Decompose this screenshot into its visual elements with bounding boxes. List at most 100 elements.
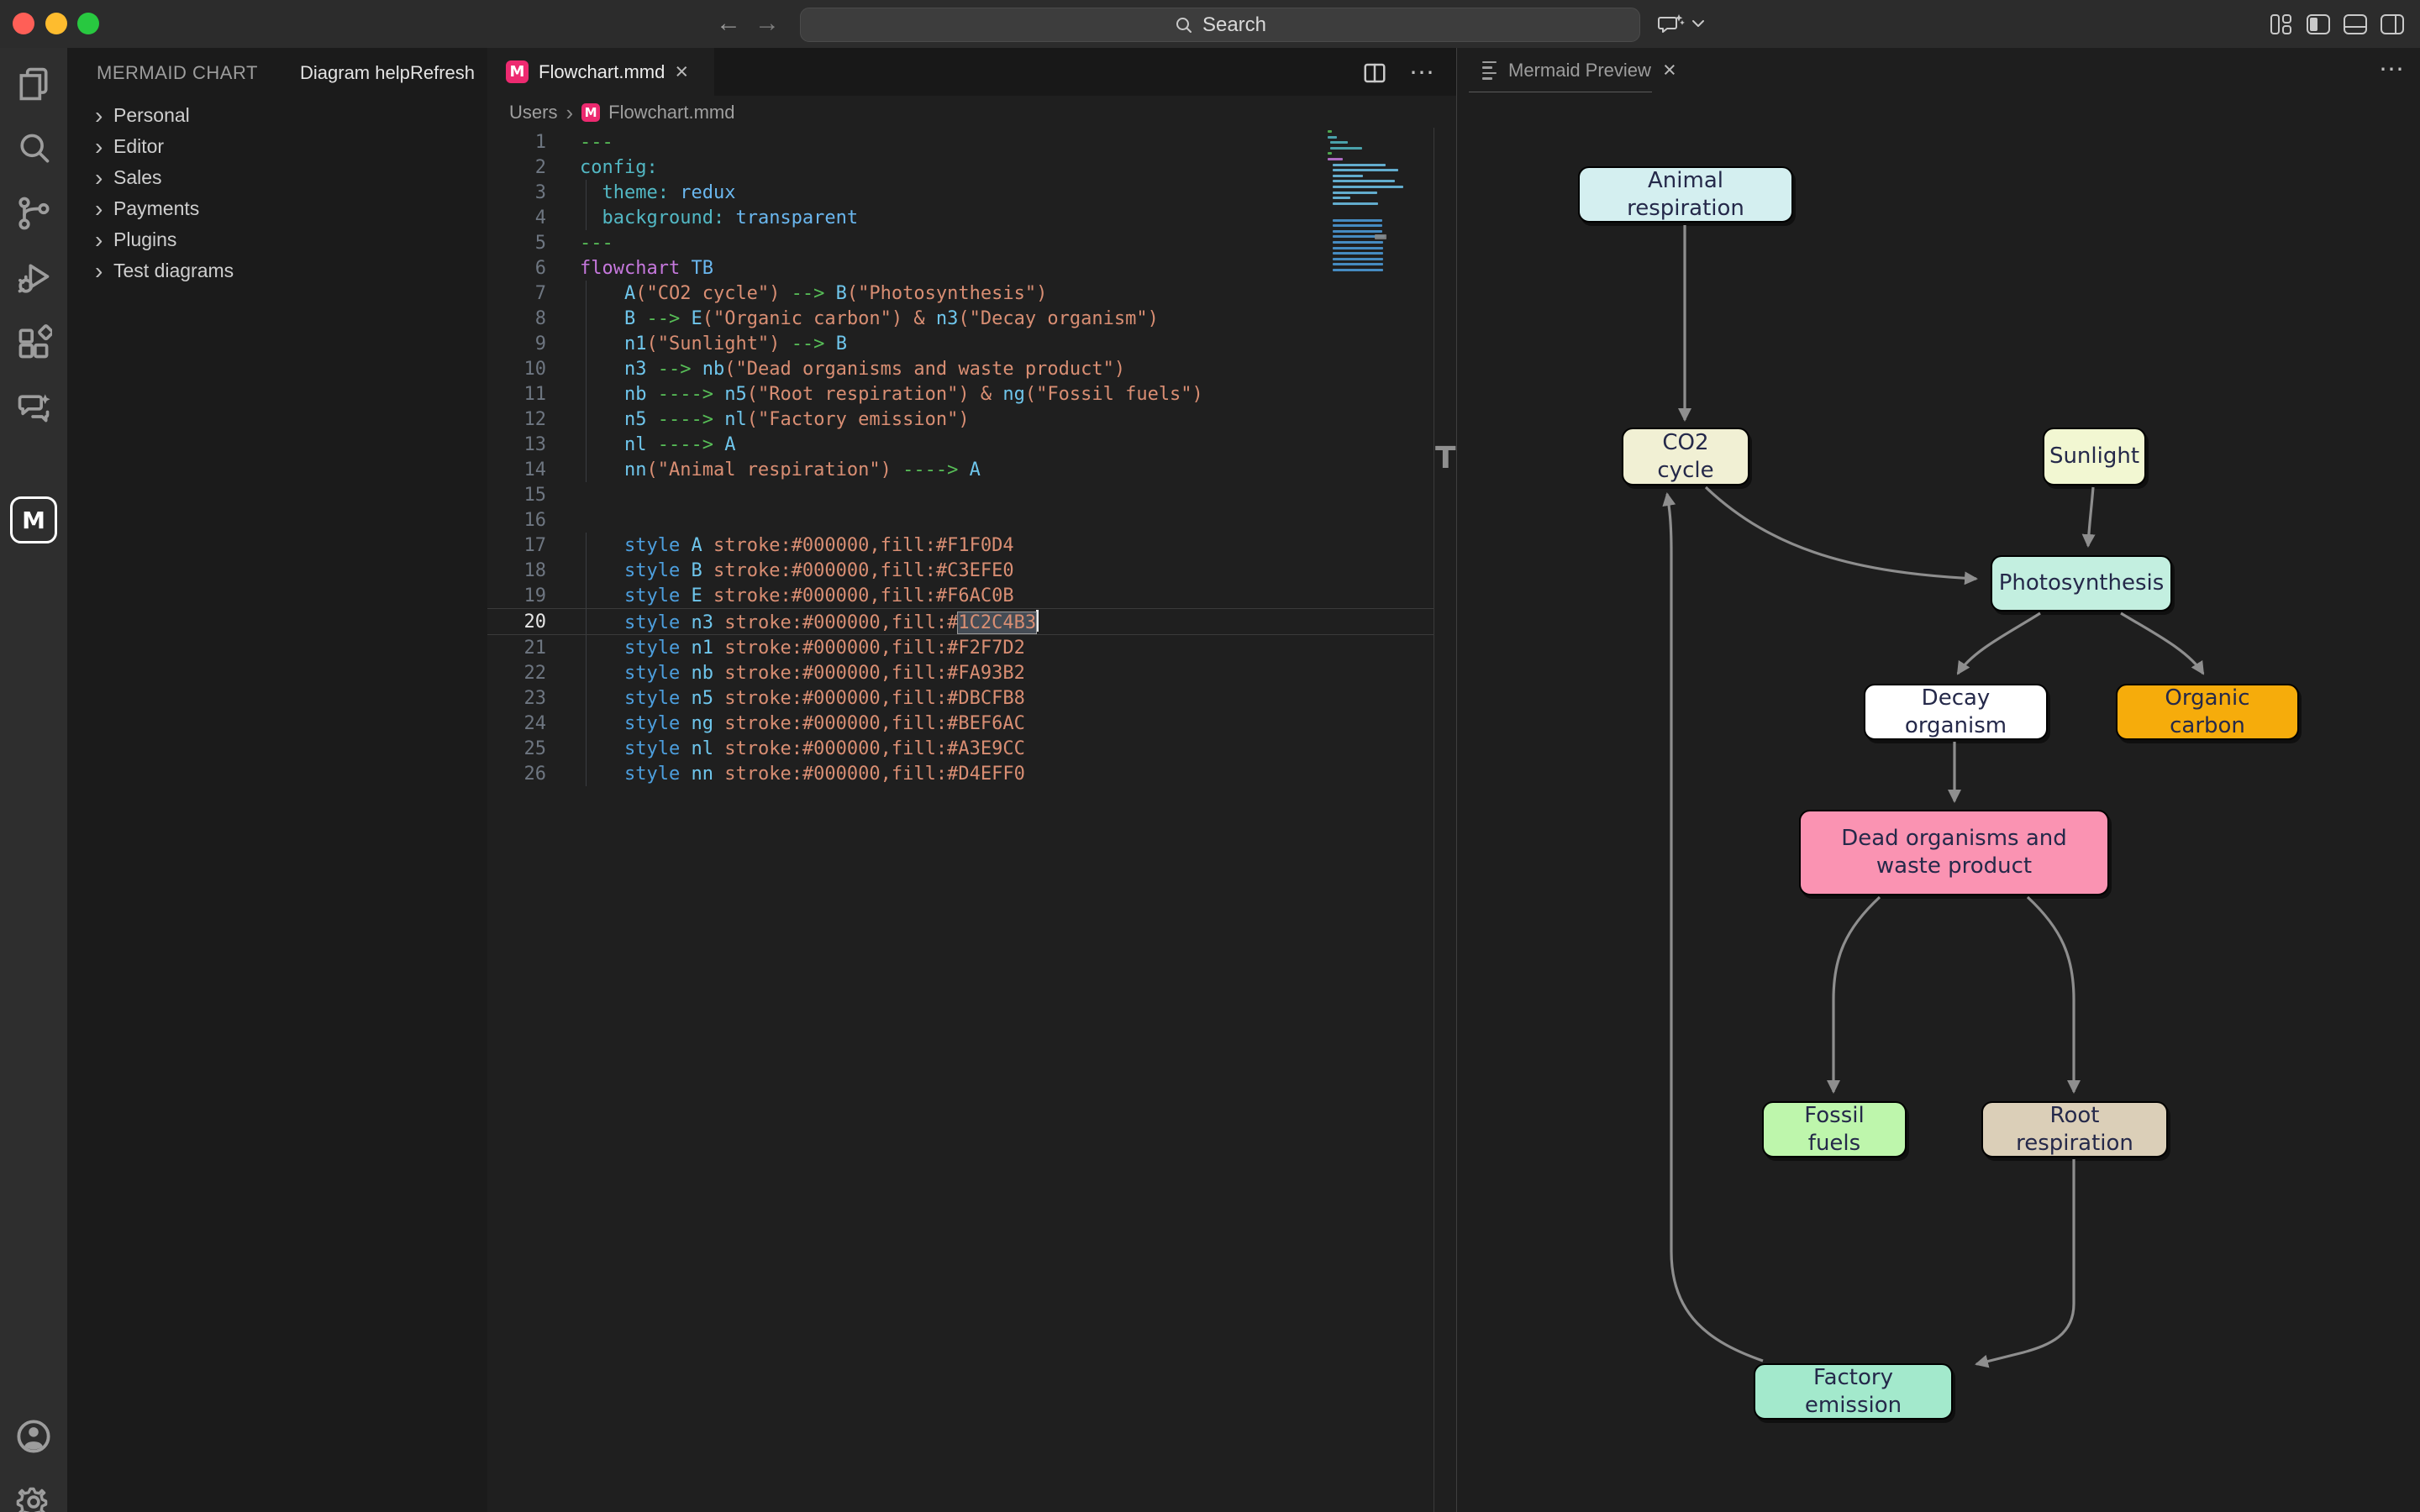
search-panel-icon[interactable] [7,122,60,176]
customize-layout-icon[interactable] [2269,13,2294,35]
code-line-15[interactable]: 15 [487,482,1434,507]
indent-guide [586,407,587,432]
explorer-icon[interactable] [7,57,60,111]
minimap-line [1333,169,1398,171]
code-text: style n5 stroke:#000000,fill:#DBCFB8 [580,688,1025,709]
code-line-5[interactable]: 5--- [487,230,1434,255]
chevron-right-icon: › [95,263,113,280]
code-line-26[interactable]: 26 style nn stroke:#000000,fill:#D4EFF0 [487,761,1434,786]
toggle-secondary-sidebar-icon[interactable] [2380,13,2405,35]
settings-gear-icon[interactable] [7,1475,60,1512]
code-line-9[interactable]: 9 n1("Sunlight") --> B [487,331,1434,356]
chevron-right-icon: › [95,201,113,218]
indent-guide [586,609,587,634]
breadcrumb-root[interactable]: Users [509,102,557,123]
mermaid-logo: M [10,496,57,543]
code-line-24[interactable]: 24 style ng stroke:#000000,fill:#BEF6AC [487,711,1434,736]
minimap-selection [1375,234,1386,239]
sidebar-item-editor[interactable]: ›Editor [67,131,487,162]
minimap-line [1333,197,1350,199]
text-cursor [1036,610,1039,632]
sidebar-item-payments[interactable]: ›Payments [67,193,487,224]
indent-guide [586,205,587,230]
code-line-23[interactable]: 23 style n5 stroke:#000000,fill:#DBCFB8 [487,685,1434,711]
code-line-25[interactable]: 25 style nl stroke:#000000,fill:#A3E9CC [487,736,1434,761]
code-line-14[interactable]: 14 nn("Animal respiration") ----> A [487,457,1434,482]
flowchart-node-nn: Animal respiration [1578,166,1793,223]
indent-guide [586,558,587,583]
window-minimize-button[interactable] [45,13,67,34]
toggle-primary-sidebar-icon[interactable] [2306,13,2331,35]
chat-icon[interactable] [7,381,60,434]
line-number: 3 [487,182,560,203]
title-bar: ← → Search [0,0,2420,49]
application-window: ← → Search [0,0,2420,1512]
split-editor-icon[interactable] [1362,60,1387,86]
code-line-7[interactable]: 7 A("CO2 cycle") --> B("Photosynthesis") [487,281,1434,306]
sidebar-item-sales[interactable]: ›Sales [67,162,487,193]
code-text: style nb stroke:#000000,fill:#FA93B2 [580,663,1025,684]
code-editor[interactable]: 1---2config:3 theme: redux4 background: … [487,129,1434,786]
window-close-button[interactable] [13,13,34,34]
sidebar-item-test-diagrams[interactable]: ›Test diagrams [67,255,487,286]
forward-arrow-icon[interactable]: → [755,8,780,39]
flowchart-node-n1: Sunlight [2043,428,2146,486]
source-control-icon[interactable] [7,186,60,240]
minimap-line [1333,247,1383,249]
back-arrow-icon[interactable]: ← [716,8,741,39]
tab-close-icon[interactable]: × [675,60,688,83]
indent-guide [586,331,587,356]
editor-more-actions-icon[interactable]: ⋯ [1409,58,1436,87]
code-line-6[interactable]: 6flowchart TB [487,255,1434,281]
search-input[interactable]: Search [800,8,1640,42]
code-line-20[interactable]: 20 style n3 stroke:#000000,fill:#1C2C4B3 [487,608,1434,635]
copilot-dropdown-chevron-icon[interactable] [1689,17,1707,30]
indent-guide [586,281,587,306]
code-line-3[interactable]: 3 theme: redux [487,180,1434,205]
code-line-11[interactable]: 11 nb ----> n5("Root respiration") & ng(… [487,381,1434,407]
code-line-2[interactable]: 2config: [487,155,1434,180]
code-line-8[interactable]: 8 B --> E("Organic carbon") & n3("Decay … [487,306,1434,331]
indent-guide [586,736,587,761]
code-line-16[interactable]: 16 [487,507,1434,533]
tab-flowchart-mmd[interactable]: M Flowchart.mmd × [487,48,714,96]
code-line-12[interactable]: 12 n5 ----> nl("Factory emission") [487,407,1434,432]
code-text: nn("Animal respiration") ----> A [580,459,981,480]
run-debug-icon[interactable] [7,251,60,305]
minimap[interactable] [1328,130,1430,281]
account-icon[interactable] [7,1410,60,1463]
scrollbar-t-handle[interactable]: T [1435,441,1457,475]
window-zoom-button[interactable] [77,13,99,34]
code-text: style B stroke:#000000,fill:#C3EFE0 [580,560,1014,581]
minimap-line [1333,263,1383,265]
line-number: 8 [487,308,560,329]
minimap-line [1333,180,1395,182]
sidebar-item-plugins[interactable]: ›Plugins [67,224,487,255]
code-line-1[interactable]: 1--- [487,129,1434,155]
code-line-13[interactable]: 13 nl ----> A [487,432,1434,457]
code-line-18[interactable]: 18 style B stroke:#000000,fill:#C3EFE0 [487,558,1434,583]
extensions-icon[interactable] [7,316,60,370]
code-line-4[interactable]: 4 background: transparent [487,205,1434,230]
flowchart-node-E: Organic carbon [2116,684,2299,740]
mermaid-chart-icon[interactable]: M [7,493,60,547]
refresh-button[interactable]: Refresh [410,62,475,84]
copilot-chat-icon[interactable] [1657,12,1686,37]
line-number: 19 [487,585,560,606]
diagram-help-button[interactable]: Diagram help [300,62,410,84]
chevron-right-icon: › [95,232,113,249]
sidebar-item-personal[interactable]: ›Personal [67,100,487,131]
code-line-22[interactable]: 22 style nb stroke:#000000,fill:#FA93B2 [487,660,1434,685]
code-line-10[interactable]: 10 n3 --> nb("Dead organisms and waste p… [487,356,1434,381]
code-line-19[interactable]: 19 style E stroke:#000000,fill:#F6AC0B [487,583,1434,608]
code-line-21[interactable]: 21 style n1 stroke:#000000,fill:#F2F7D2 [487,635,1434,660]
line-number: 9 [487,333,560,354]
code-line-17[interactable]: 17 style A stroke:#000000,fill:#F1F0D4 [487,533,1434,558]
sidebar-title: MERMAID CHART [97,62,258,84]
minimap-line [1328,130,1332,133]
minimap-line [1328,158,1343,160]
breadcrumb-file[interactable]: Flowchart.mmd [608,102,734,123]
toggle-panel-icon[interactable] [2343,13,2368,35]
flowchart-node-nl: Factory emission [1754,1363,1953,1420]
code-text: style E stroke:#000000,fill:#F6AC0B [580,585,1014,606]
